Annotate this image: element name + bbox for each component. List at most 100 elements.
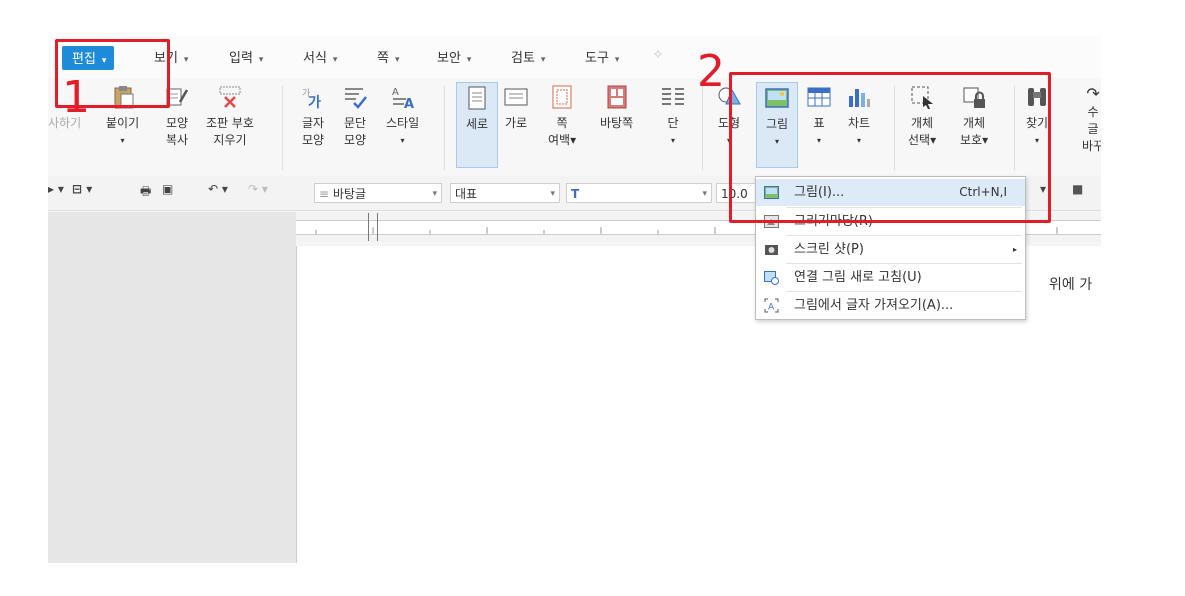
remove-markup-icon <box>219 86 241 108</box>
style-select-icon: ≡ <box>319 187 333 201</box>
redo-icon[interactable]: ↷ ▾ <box>248 182 268 196</box>
save-icon[interactable]: ⊟ ▾ <box>72 182 92 196</box>
chevron-down-icon: ▾ <box>394 55 400 65</box>
format-copy-label-2: 복사 <box>165 133 189 147</box>
char-shape-icon: 가가 <box>302 88 321 110</box>
background-page-button[interactable]: 바탕쪽 <box>600 84 633 132</box>
svg-text:가: 가 <box>308 95 321 110</box>
menu-tools[interactable]: 도구 ▾ <box>585 47 619 66</box>
columns-icon <box>662 88 684 105</box>
landscape-button[interactable]: 가로 <box>503 84 529 132</box>
svg-text:A: A <box>768 303 775 313</box>
menu-insert[interactable]: 입력 ▾ <box>229 47 263 66</box>
remove-markup-button[interactable]: 조판 부호 지우기 <box>206 84 254 149</box>
menu-format-label: 서식 <box>303 51 327 66</box>
ribbon-divider <box>282 86 283 170</box>
ribbon-divider <box>702 86 703 170</box>
color-icon[interactable]: ■ <box>1072 182 1083 196</box>
chevron-down-icon: ▾ <box>540 55 546 65</box>
page-margin-label-2: 여백▾ <box>548 133 577 147</box>
chevron-down-icon: ▾ <box>183 55 189 65</box>
portrait-page-icon <box>468 86 486 110</box>
chevron-down-icon: ▾ <box>614 55 620 65</box>
page-margin-label: 쪽 <box>556 116 568 130</box>
font-lang-select[interactable]: 대표 ▾ <box>450 183 560 203</box>
menu-tools-label: 도구 <box>585 51 609 66</box>
menu-review[interactable]: 검토 ▾ <box>511 47 545 66</box>
chevron-down-icon: ▾ <box>466 55 472 65</box>
print-icon[interactable]: 🖶 <box>140 182 151 203</box>
chevron-down-icon: ▾ <box>120 136 125 145</box>
nav-dropdown-icon[interactable]: ▸ ▾ <box>48 182 64 196</box>
replace-label: 수 <box>1087 105 1099 119</box>
portrait-button[interactable]: 세로 <box>456 82 498 168</box>
char-shape-label: 글자 <box>301 116 325 130</box>
annotation-step2-number: 2 <box>697 46 725 97</box>
format-copy-label: 모양 <box>165 116 189 130</box>
remove-markup-label-2: 지우기 <box>213 133 247 147</box>
menu-item-ocr-label: 그림에서 글자 가져오기(A)... <box>794 298 954 313</box>
refresh-picture-icon <box>764 271 779 285</box>
char-shape-label-2: 모양 <box>301 133 325 147</box>
ribbon-divider <box>444 86 445 170</box>
background-page-icon <box>607 85 627 109</box>
menu-item-refresh-link[interactable]: 연결 그림 새로 고침(U) <box>756 264 1025 291</box>
remove-markup-label: 조판 부호 <box>206 116 254 130</box>
chevron-down-icon: ▾ <box>702 189 707 199</box>
menu-security-label: 보안 <box>437 51 461 66</box>
document-text: 위에 가 <box>1049 277 1093 293</box>
chevron-down-icon: ▾ <box>670 136 675 145</box>
chevron-down-icon: ▾ <box>550 189 555 199</box>
style-button[interactable]: AA 스타일 ▾ <box>386 84 419 149</box>
document-margin-area <box>48 212 296 563</box>
portrait-label: 세로 <box>465 117 489 131</box>
para-shape-button[interactable]: 문단 모양 <box>342 84 368 149</box>
background-page-label: 바탕쪽 <box>600 116 634 130</box>
paste-label: 붙이기 <box>106 116 140 130</box>
page-margin-icon <box>552 85 572 109</box>
style-select[interactable]: ≡ 바탕글 ▾ <box>314 183 442 203</box>
menu-format[interactable]: 서식 ▾ <box>303 47 337 66</box>
para-shape-icon <box>345 88 367 109</box>
replace-arrow-icon: ↷ <box>1086 84 1100 103</box>
annotation-step1-number: 1 <box>62 72 90 123</box>
replace-label-2: 글 <box>1087 122 1099 136</box>
page-margin-button[interactable]: 쪽 여백▾ <box>548 84 576 149</box>
indent-marker-icon[interactable] <box>368 213 378 241</box>
menu-item-ocr[interactable]: A 그림에서 글자 가져오기(A)... <box>756 292 1025 319</box>
font-name-select[interactable]: T ▾ <box>566 183 712 203</box>
menu-insert-label: 입력 <box>229 51 253 66</box>
sparkle-icon[interactable]: ✧ <box>652 47 664 63</box>
style-icon: AA <box>392 87 414 110</box>
camera-icon <box>765 245 778 255</box>
menu-item-refresh-link-label: 연결 그림 새로 고침(U) <box>794 270 922 285</box>
chevron-down-icon: ▾ <box>400 136 405 145</box>
chevron-down-icon: ▾ <box>258 55 264 65</box>
font-name-value: T <box>571 187 580 201</box>
chevron-down-icon: ▾ <box>432 189 437 199</box>
landscape-label: 가로 <box>504 116 528 130</box>
chevron-down-icon: ▾ <box>332 55 338 65</box>
style-select-value: 바탕글 <box>332 187 366 201</box>
menu-page-label: 쪽 <box>377 51 389 66</box>
text-from-image-icon: A <box>764 298 779 313</box>
style-label: 스타일 <box>386 116 420 130</box>
landscape-page-icon <box>504 88 528 106</box>
font-lang-value: 대표 <box>455 187 478 201</box>
columns-button[interactable]: 단 ▾ <box>660 84 686 149</box>
hwp-window: 편집 ▾ 보기 ▾ 입력 ▾ 서식 ▾ 쪽 ▾ 보안 ▾ 검토 ▾ 도구 ▾ ✧ 사하기 붙이기… <box>48 36 1101 563</box>
svg-text:A: A <box>392 87 399 98</box>
svg-text:A: A <box>404 97 414 110</box>
menu-item-screenshot[interactable]: 스크린 샷(P) ▸ <box>756 236 1025 263</box>
annotation-box-step2 <box>729 72 1051 223</box>
preview-icon[interactable]: ▣ <box>162 182 173 196</box>
menu-security[interactable]: 보안 ▾ <box>437 47 471 66</box>
replace-label-3: 바꾸 <box>1082 139 1101 153</box>
undo-icon[interactable]: ↶ ▾ <box>208 182 228 196</box>
para-shape-label: 문단 <box>343 116 367 130</box>
char-shape-button[interactable]: 가가 글자 모양 <box>300 84 326 149</box>
para-shape-label-2: 모양 <box>343 133 367 147</box>
replace-button[interactable]: ↷ 수 글 바꾸 <box>1082 84 1101 155</box>
columns-label: 단 <box>667 116 679 130</box>
menu-page[interactable]: 쪽 ▾ <box>377 47 400 66</box>
